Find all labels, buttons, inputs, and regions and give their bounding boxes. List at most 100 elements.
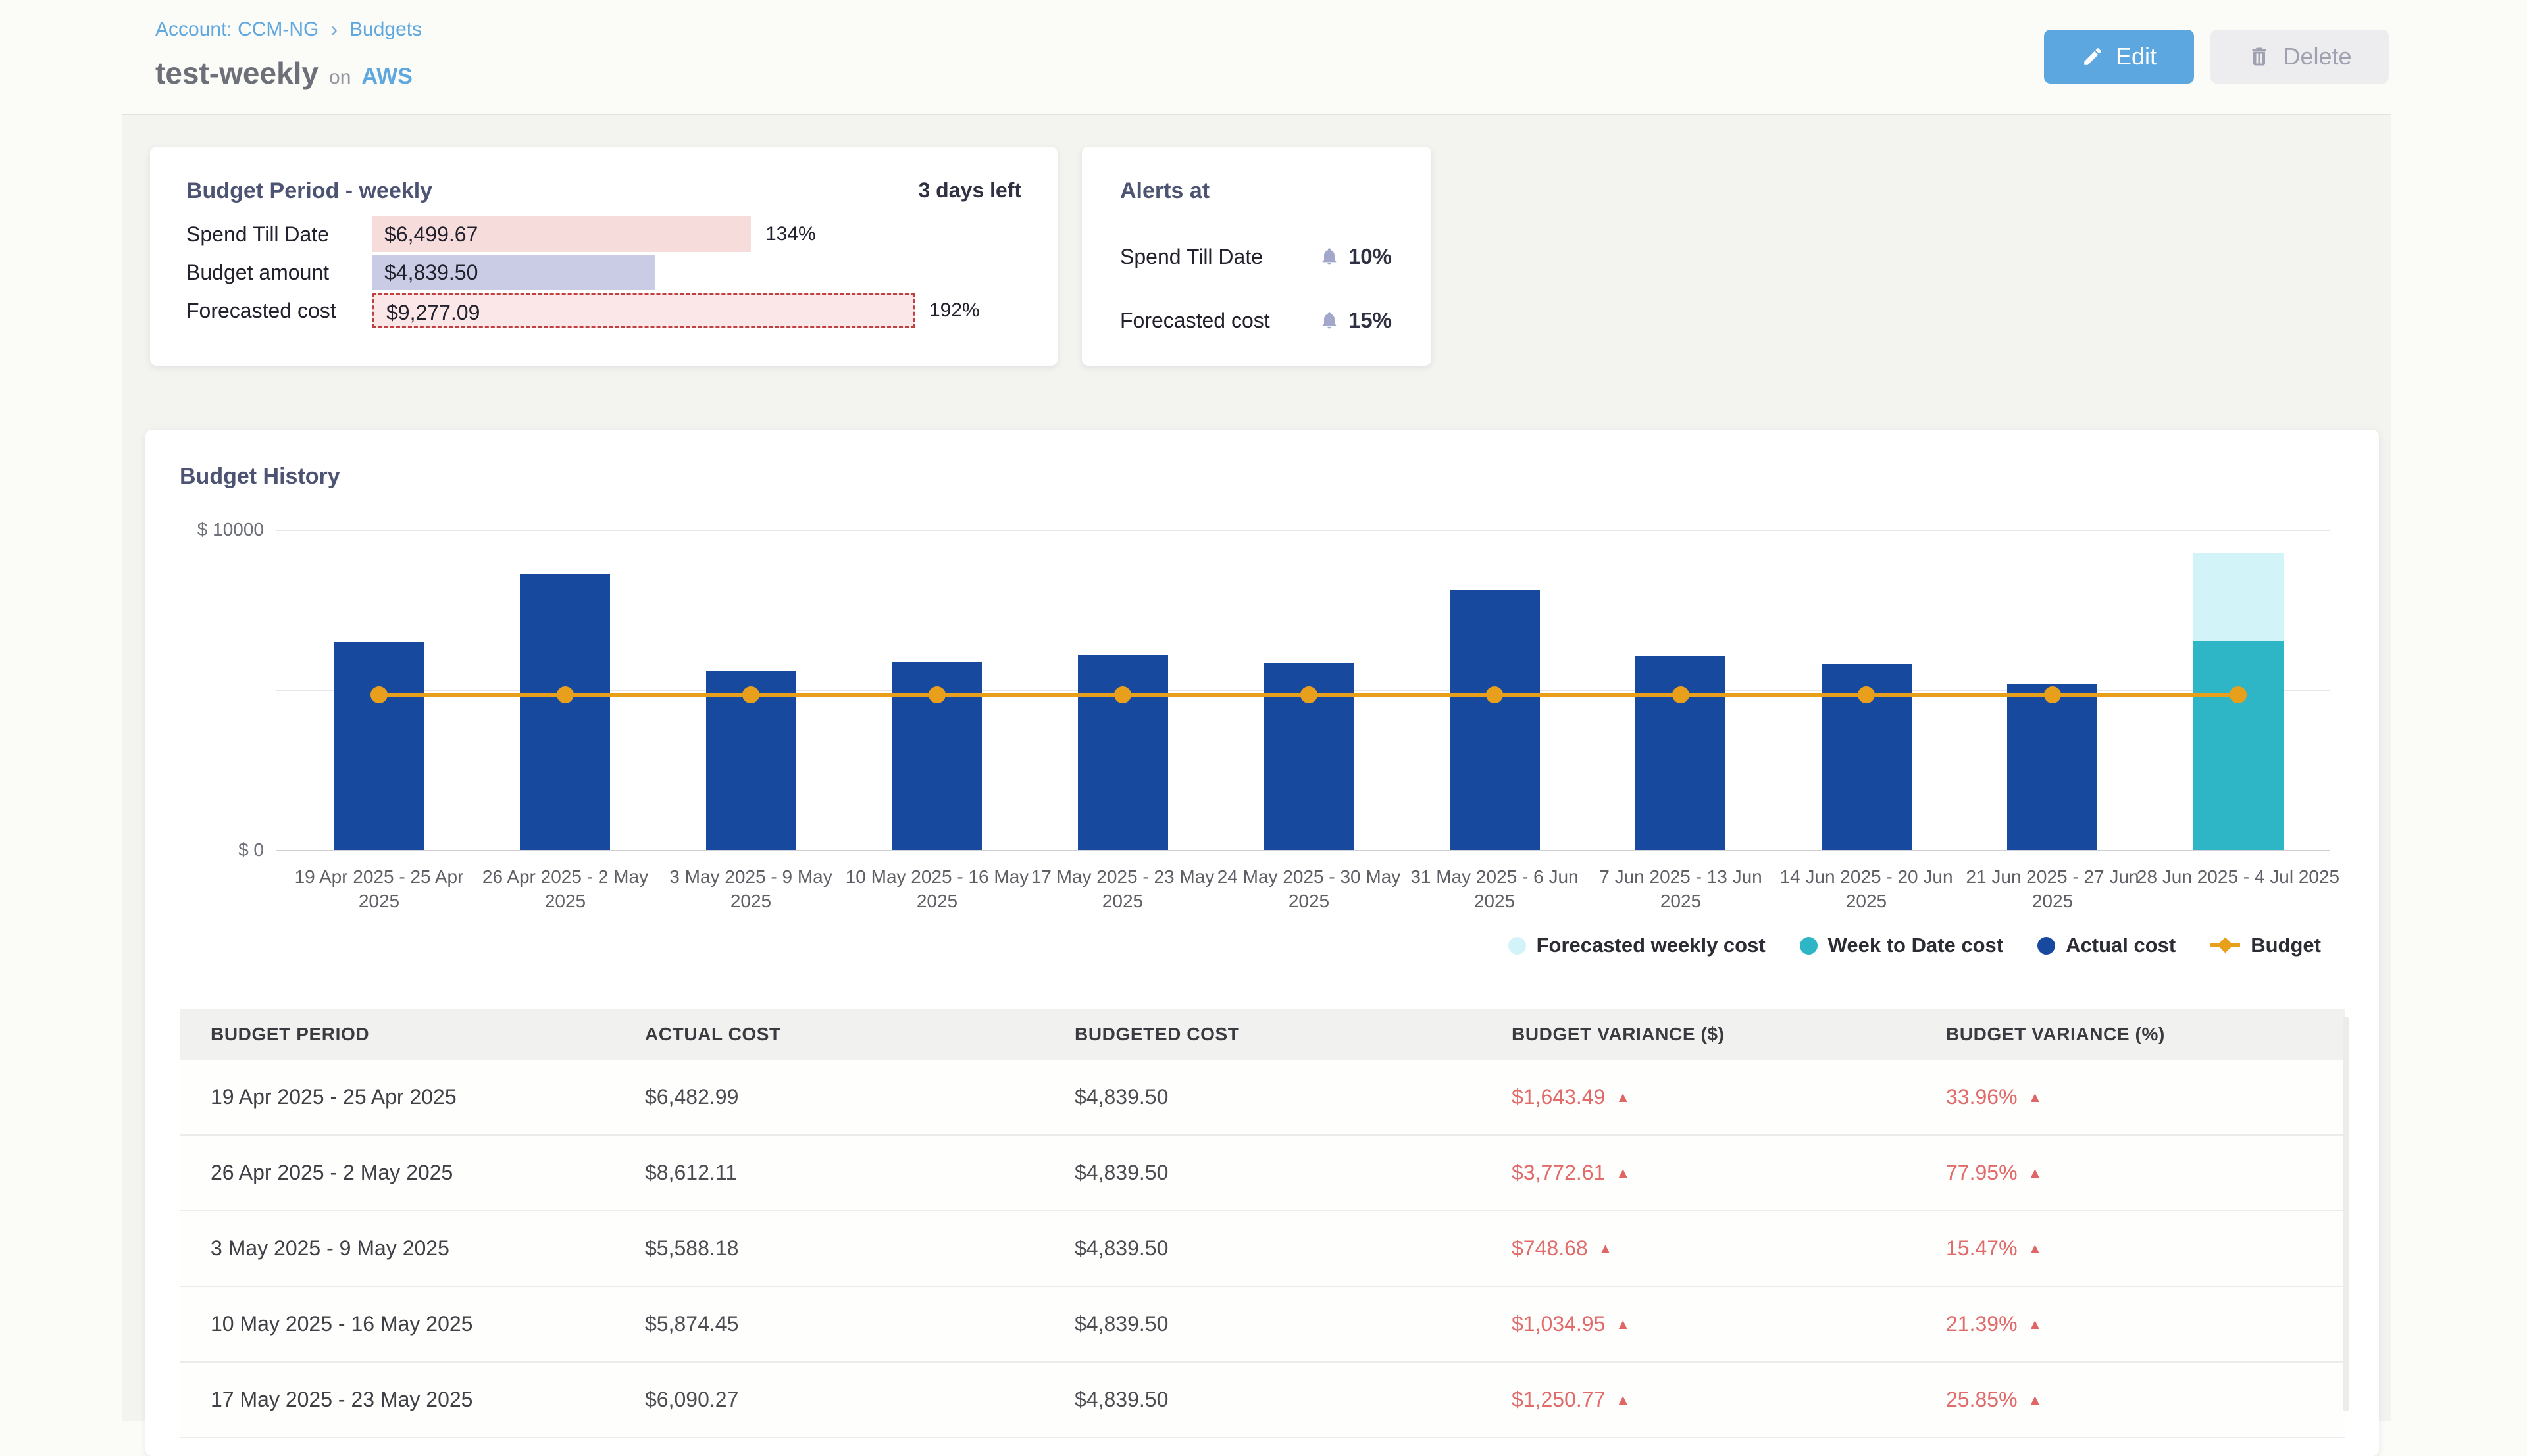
table-header-row: BUDGET PERIODACTUAL COSTBUDGETED COSTBUD… bbox=[180, 1009, 2345, 1060]
cell-actual-cost: $5,588.18 bbox=[645, 1236, 1075, 1261]
bell-icon bbox=[1319, 311, 1339, 330]
table-row[interactable]: 17 May 2025 - 23 May 2025$6,090.27$4,839… bbox=[180, 1363, 2345, 1438]
legend-dot bbox=[1800, 937, 1818, 955]
column-header[interactable]: BUDGET VARIANCE ($) bbox=[1512, 1024, 1946, 1045]
cell-budgeted-cost: $4,839.50 bbox=[1075, 1161, 1512, 1185]
legend-label: Actual cost bbox=[2066, 934, 2176, 957]
variance-up-icon: ▲ bbox=[1616, 1316, 1630, 1333]
breadcrumb-account-link[interactable]: Account: CCM-NG bbox=[155, 18, 319, 41]
cell-budget-variance-usd: $748.68▲ bbox=[1512, 1236, 1946, 1261]
breadcrumb-budgets-link[interactable]: Budgets bbox=[349, 18, 422, 41]
variance-up-icon: ▲ bbox=[2028, 1392, 2043, 1409]
legend-label: Forecasted weekly cost bbox=[1537, 934, 1766, 957]
legend-label: Budget bbox=[2251, 934, 2321, 957]
cell-budget-period: 17 May 2025 - 23 May 2025 bbox=[211, 1388, 645, 1412]
alerts-card: Alerts at Spend Till Date10%Forecasted c… bbox=[1082, 147, 1431, 366]
cell-budget-variance-usd: $1,643.49▲ bbox=[1512, 1085, 1946, 1109]
column-header[interactable]: BUDGET VARIANCE (%) bbox=[1946, 1024, 2345, 1045]
alert-row: Forecasted cost15% bbox=[1120, 308, 1392, 333]
x-axis-label: 19 Apr 2025 - 25 Apr 2025 bbox=[277, 865, 481, 913]
alert-threshold: 10% bbox=[1348, 244, 1392, 269]
table-row[interactable]: 3 May 2025 - 9 May 2025$5,588.18$4,839.5… bbox=[180, 1211, 2345, 1287]
budget-history-card: Budget History $ 10000$ 019 Apr 2025 - 2… bbox=[145, 430, 2379, 1456]
table-row[interactable]: 26 Apr 2025 - 2 May 2025$8,612.11$4,839.… bbox=[180, 1136, 2345, 1211]
y-gridline-10000 bbox=[276, 530, 2330, 531]
x-axis-label: 7 Jun 2025 - 13 Jun 2025 bbox=[1579, 865, 1783, 913]
cell-budget-period: 3 May 2025 - 9 May 2025 bbox=[211, 1236, 645, 1261]
delete-button[interactable]: Delete bbox=[2210, 30, 2389, 84]
y-axis-label-max: $ 10000 bbox=[145, 519, 264, 540]
budget-line-point[interactable] bbox=[929, 686, 946, 703]
budget-line-point[interactable] bbox=[742, 686, 759, 703]
forecasted-weekly-cost-bar[interactable] bbox=[2193, 553, 2284, 641]
legend-item[interactable]: Actual cost bbox=[2037, 934, 2176, 957]
cell-budget-variance-pct: 77.95%▲ bbox=[1946, 1161, 2345, 1185]
x-axis-label: 3 May 2025 - 9 May 2025 bbox=[649, 865, 853, 913]
x-axis-label: 31 May 2025 - 6 Jun 2025 bbox=[1392, 865, 1596, 913]
variance-up-icon: ▲ bbox=[1616, 1165, 1630, 1182]
edit-button[interactable]: Edit bbox=[2044, 30, 2194, 84]
actual-cost-bar[interactable] bbox=[1635, 656, 1725, 850]
table-row[interactable]: 10 May 2025 - 16 May 2025$5,874.45$4,839… bbox=[180, 1287, 2345, 1363]
budget-line-point[interactable] bbox=[2044, 686, 2061, 703]
legend-item[interactable]: Week to Date cost bbox=[1800, 934, 2003, 957]
x-axis-label: 14 Jun 2025 - 20 Jun 2025 bbox=[1764, 865, 1968, 913]
budget-period-card-title: Budget Period - weekly bbox=[186, 178, 432, 204]
budget-line-point[interactable] bbox=[1672, 686, 1689, 703]
cell-actual-cost: $6,090.27 bbox=[645, 1388, 1075, 1412]
edit-button-label: Edit bbox=[2116, 43, 2157, 70]
forecast-progress-bar: $9,277.09 bbox=[372, 293, 915, 328]
page-title: test-weekly on AWS bbox=[155, 55, 413, 91]
actual-cost-bar[interactable] bbox=[1078, 655, 1168, 850]
cell-budgeted-cost: $4,839.50 bbox=[1075, 1312, 1512, 1336]
budget-line-point[interactable] bbox=[1300, 686, 1317, 703]
days-left-badge: 3 days left bbox=[918, 178, 1021, 203]
variance-up-icon: ▲ bbox=[1616, 1392, 1630, 1409]
budget-line-point[interactable] bbox=[370, 686, 388, 703]
legend-item[interactable]: Budget bbox=[2210, 934, 2321, 957]
actual-cost-bar[interactable] bbox=[2007, 684, 2097, 850]
legend-dot bbox=[2037, 937, 2055, 955]
cell-budget-variance-pct: 25.85%▲ bbox=[1946, 1388, 2345, 1412]
column-header[interactable]: ACTUAL COST bbox=[645, 1024, 1075, 1045]
alert-row: Spend Till Date10% bbox=[1120, 244, 1392, 269]
column-header[interactable]: BUDGETED COST bbox=[1075, 1024, 1512, 1045]
cell-budget-variance-usd: $1,034.95▲ bbox=[1512, 1312, 1946, 1336]
x-axis-label: 10 May 2025 - 16 May 2025 bbox=[835, 865, 1039, 913]
column-header[interactable]: BUDGET PERIOD bbox=[211, 1024, 645, 1045]
x-axis-label: 24 May 2025 - 30 May 2025 bbox=[1207, 865, 1411, 913]
budget-line-point[interactable] bbox=[1486, 686, 1503, 703]
week-to-date-cost-bar[interactable] bbox=[2193, 641, 2284, 850]
cell-actual-cost: $8,612.11 bbox=[645, 1161, 1075, 1185]
actual-cost-bar[interactable] bbox=[334, 642, 424, 850]
variance-up-icon: ▲ bbox=[1616, 1089, 1630, 1106]
cell-budgeted-cost: $4,839.50 bbox=[1075, 1236, 1512, 1261]
alert-threshold: 15% bbox=[1348, 308, 1392, 333]
cell-budget-variance-pct: 21.39%▲ bbox=[1946, 1312, 2345, 1336]
bell-icon bbox=[1319, 247, 1339, 266]
delete-button-label: Delete bbox=[2283, 43, 2351, 70]
table-scrollbar[interactable] bbox=[2343, 1017, 2349, 1411]
budget-line-point[interactable] bbox=[1858, 686, 1875, 703]
budget-line-marker bbox=[2210, 943, 2240, 947]
actual-cost-bar[interactable] bbox=[520, 574, 610, 850]
breadcrumb: Account: CCM-NG › Budgets bbox=[155, 17, 422, 41]
pencil-icon bbox=[2081, 45, 2104, 68]
legend-item[interactable]: Forecasted weekly cost bbox=[1508, 934, 1766, 957]
x-axis-label: 26 Apr 2025 - 2 May 2025 bbox=[463, 865, 667, 913]
forecast-percent-label: 192% bbox=[929, 293, 980, 328]
budget-line-point[interactable] bbox=[2230, 686, 2247, 703]
x-axis-line bbox=[276, 850, 2330, 851]
cloud-platform-label: AWS bbox=[361, 64, 412, 89]
cell-budget-variance-pct: 15.47%▲ bbox=[1946, 1236, 2345, 1261]
cell-actual-cost: $5,874.45 bbox=[645, 1312, 1075, 1336]
budget-line-point[interactable] bbox=[1114, 686, 1131, 703]
y-axis-label-zero: $ 0 bbox=[145, 840, 264, 861]
variance-up-icon: ▲ bbox=[1598, 1240, 1613, 1257]
budget-line-point[interactable] bbox=[557, 686, 574, 703]
trash-icon bbox=[2247, 45, 2271, 68]
cell-budget-period: 10 May 2025 - 16 May 2025 bbox=[211, 1312, 645, 1336]
actual-cost-bar[interactable] bbox=[1450, 590, 1540, 850]
budget-progress-bar: $4,839.50 bbox=[372, 255, 655, 290]
table-row[interactable]: 19 Apr 2025 - 25 Apr 2025$6,482.99$4,839… bbox=[180, 1060, 2345, 1136]
